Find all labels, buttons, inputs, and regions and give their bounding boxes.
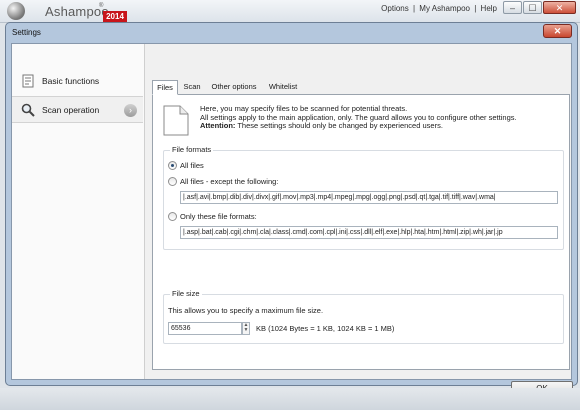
file-formats-title: File formats xyxy=(170,145,214,154)
radio-all-except-label: All files - except the following: xyxy=(180,177,279,186)
help-link[interactable]: Help xyxy=(480,4,498,13)
file-size-description: This allows you to specify a maximum fil… xyxy=(168,306,324,315)
attention-label: Attention: xyxy=(200,121,236,130)
background-app-area xyxy=(0,388,580,410)
radio-all-files[interactable] xyxy=(168,161,177,170)
tab-files[interactable]: Files xyxy=(152,80,178,95)
chevron-right-icon: › xyxy=(124,104,137,117)
link-separator: | xyxy=(474,4,477,13)
sidebar-item-basic-functions[interactable]: Basic functions xyxy=(12,68,143,95)
registered-mark: ® xyxy=(99,3,104,9)
dialog-title: Settings xyxy=(12,28,41,37)
link-separator: | xyxy=(412,4,416,13)
intro-text: Here, you may specify files to be scanne… xyxy=(200,104,517,131)
radio-only-these[interactable] xyxy=(168,212,177,221)
sidebar-item-label: Basic functions xyxy=(42,76,100,86)
brand-year-badge: 2014 xyxy=(103,11,127,22)
document-icon xyxy=(163,105,189,136)
stepper-down-icon[interactable]: ▼ xyxy=(243,328,249,333)
app-title-bar: Ashampoo ® 2014 Options | My Ashampoo | … xyxy=(0,0,580,23)
file-size-title: File size xyxy=(170,289,202,298)
intro-attention: Attention: These settings should only be… xyxy=(200,121,517,131)
options-link[interactable]: Options xyxy=(380,4,410,13)
file-size-unit: KB (1024 Bytes = 1 KB, 1024 KB = 1 MB) xyxy=(256,324,395,333)
tab-whitelist[interactable]: Whitelist xyxy=(263,80,303,94)
radio-all-except[interactable] xyxy=(168,177,177,186)
sidebar-item-label: Scan operation xyxy=(42,105,100,115)
ashampoo-logo-icon xyxy=(7,2,25,20)
radio-all-files-label: All files xyxy=(180,161,204,170)
files-tab-panel: Here, you may specify files to be scanne… xyxy=(152,94,570,370)
tab-scan[interactable]: Scan xyxy=(179,80,205,94)
sidebar-item-scan-operation[interactable]: Scan operation › xyxy=(12,96,143,123)
settings-sidebar: Basic functions Scan operation › xyxy=(12,44,145,379)
only-formats-field[interactable]: |.asp|.bat|.cab|.cgi|.chm|.cla|.class|.c… xyxy=(180,226,558,239)
dialog-client-area: Basic functions Scan operation › Files S… xyxy=(11,43,573,396)
app-close-button[interactable]: ✕ xyxy=(543,1,576,14)
maximize-button[interactable]: ☐ xyxy=(523,1,542,14)
minimize-button[interactable]: – xyxy=(503,1,522,14)
file-size-input[interactable]: 65536 xyxy=(168,322,242,335)
file-size-group: File size This allows you to specify a m… xyxy=(163,289,564,344)
settings-dialog: Settings ✕ Basic functions Scan operatio… xyxy=(5,22,578,396)
file-size-stepper[interactable]: ▲ ▼ xyxy=(242,322,250,335)
tab-other-options[interactable]: Other options xyxy=(207,80,261,94)
radio-only-these-label: Only these file formats: xyxy=(180,212,257,221)
my-ashampoo-link[interactable]: My Ashampoo xyxy=(418,4,471,13)
attention-text: These settings should only be changed by… xyxy=(235,121,443,130)
top-links: Options | My Ashampoo | Help xyxy=(380,4,498,13)
file-formats-group: File formats All files All files - excep… xyxy=(163,145,564,250)
dialog-close-button[interactable]: ✕ xyxy=(543,24,572,38)
magnifier-icon xyxy=(21,103,35,117)
basic-functions-icon xyxy=(22,74,34,88)
except-formats-field[interactable]: |.asf|.avi|.bmp|.dib|.div|.divx|.gif|.mo… xyxy=(180,191,558,204)
